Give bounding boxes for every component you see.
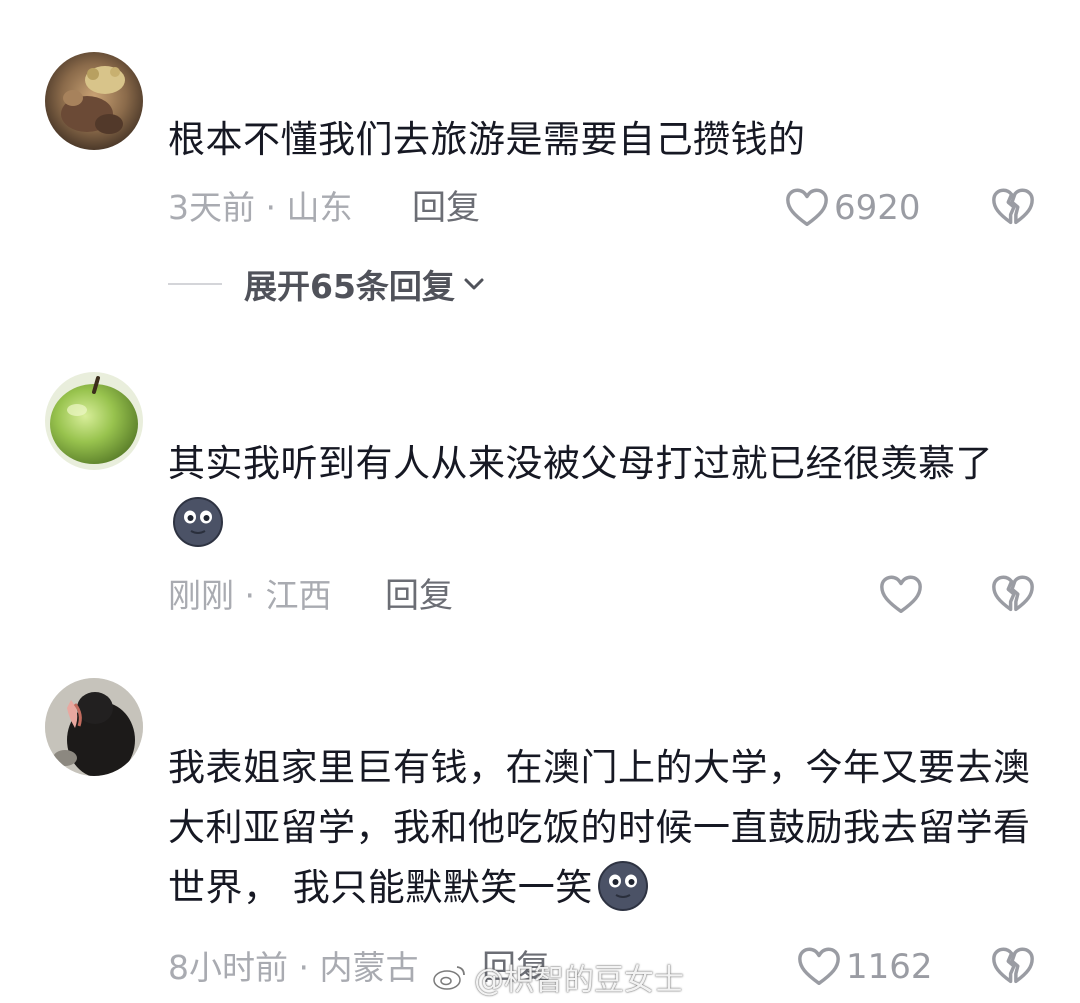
broken-heart-icon <box>990 185 1036 231</box>
expand-replies[interactable]: 展开65条回复 <box>168 262 487 306</box>
divider <box>168 283 222 285</box>
watermark-text: @枳智的豆女士 <box>474 963 684 998</box>
dislike-button[interactable] <box>990 944 1036 990</box>
comment-text: 其实我听到有人从来没被父母打过就已经很羡慕了 <box>168 434 1038 554</box>
heart-outline-icon <box>784 185 830 231</box>
avatar[interactable] <box>45 52 143 150</box>
reply-button[interactable]: 回复 <box>385 576 453 616</box>
heart-outline-icon <box>796 944 842 990</box>
comment-text: 我表姐家里巨有钱，在澳门上的大学，今年又要去澳大利亚留学，我和他吃饭的时候一直鼓… <box>168 738 1038 918</box>
chevron-down-icon <box>464 278 484 290</box>
expand-replies-label: 展开65条回复 <box>244 267 455 306</box>
broken-heart-icon <box>990 944 1036 990</box>
like-button[interactable] <box>878 572 928 618</box>
like-count: 1162 <box>846 947 933 987</box>
broken-heart-icon <box>990 572 1036 618</box>
dislike-button[interactable] <box>990 185 1036 231</box>
like-count: 6920 <box>834 188 921 228</box>
comment-text: 根本不懂我们去旅游是需要自己攒钱的 <box>168 118 806 161</box>
comment-item: 根本不懂我们去旅游是需要自己攒钱的 3天前 · 山东 回复 6920 展开65条… <box>0 0 1080 330</box>
reply-button[interactable]: 回复 <box>412 188 480 228</box>
avatar[interactable] <box>45 678 143 776</box>
like-button[interactable]: 1162 <box>796 944 933 990</box>
comment-meta: 3天前 · 山东 <box>168 188 353 227</box>
heart-outline-icon <box>878 572 924 618</box>
watermark: @枳智的豆女士 <box>432 955 684 999</box>
avatar[interactable] <box>45 372 143 470</box>
comment-meta: 刚刚 · 江西 <box>168 576 332 615</box>
comment-text-content: 其实我听到有人从来没被父母打过就已经很羡慕了 <box>168 442 993 485</box>
blank-stare-emoji-icon <box>172 496 224 548</box>
comment-meta: 8小时前 · 内蒙古 <box>168 948 419 987</box>
blank-stare-emoji-icon <box>597 860 649 912</box>
dislike-button[interactable] <box>990 572 1036 618</box>
weibo-logo-icon <box>433 966 465 990</box>
like-button[interactable]: 6920 <box>784 185 921 231</box>
